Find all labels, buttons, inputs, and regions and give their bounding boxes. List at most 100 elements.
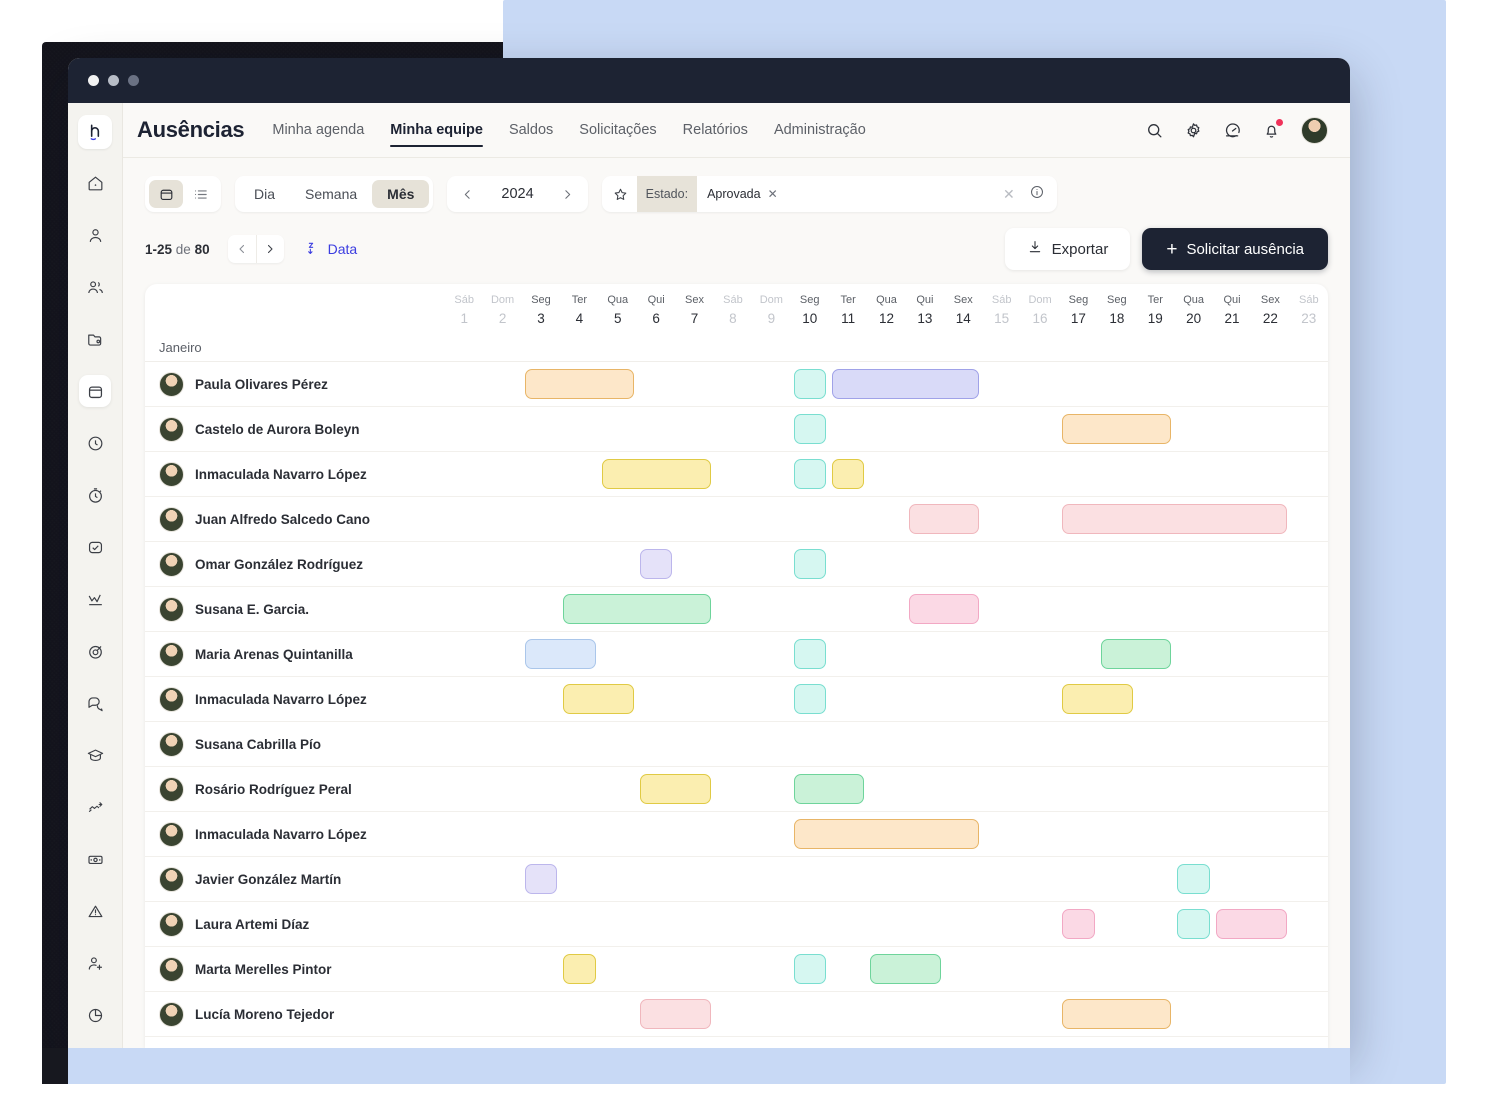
- table-row[interactable]: Inmaculada Navarro López: [145, 677, 1328, 722]
- sidebar-item-home[interactable]: [79, 167, 111, 199]
- table-row[interactable]: Juan Alfredo Salcedo Cano: [145, 497, 1328, 542]
- absence-bar[interactable]: [602, 459, 711, 489]
- absence-bar[interactable]: [640, 549, 672, 579]
- bell-icon[interactable]: [1262, 121, 1281, 140]
- employee-name: Laura Artemi Díaz: [195, 917, 309, 932]
- nav-item-relatorios[interactable]: Relatórios: [683, 103, 748, 157]
- period-semana[interactable]: Semana: [290, 180, 372, 208]
- absence-bar[interactable]: [909, 504, 980, 534]
- sort-control[interactable]: Data: [306, 240, 358, 259]
- absence-bar[interactable]: [794, 414, 826, 444]
- nav-item-minha-equipe[interactable]: Minha equipe: [390, 103, 483, 157]
- table-row[interactable]: Paula Olivares Pérez: [145, 362, 1328, 407]
- absence-bar[interactable]: [794, 459, 826, 489]
- table-row[interactable]: Marta Merelles Pintor: [145, 947, 1328, 992]
- sidebar-item-payroll[interactable]: [79, 843, 111, 875]
- absence-bar[interactable]: [794, 819, 980, 849]
- period-dia[interactable]: Dia: [239, 180, 290, 208]
- sidebar-item-recruitment[interactable]: [79, 791, 111, 823]
- absence-bar[interactable]: [1062, 414, 1171, 444]
- table-row[interactable]: Castelo de Aurora Boleyn: [145, 407, 1328, 452]
- calendar-view-icon[interactable]: [149, 180, 183, 208]
- employee-cell: Marta Merelles Pintor: [145, 957, 445, 982]
- absence-bar[interactable]: [1101, 639, 1172, 669]
- nav-item-administracao[interactable]: Administração: [774, 103, 866, 157]
- table-row[interactable]: Susana Cabrilla Pío: [145, 722, 1328, 767]
- absence-bar[interactable]: [1216, 909, 1287, 939]
- list-view-icon[interactable]: [183, 180, 217, 208]
- sidebar-item-add-user[interactable]: [79, 947, 111, 979]
- absence-bar[interactable]: [525, 639, 596, 669]
- star-icon[interactable]: [612, 186, 629, 203]
- nav-item-solicitacoes[interactable]: Solicitações: [579, 103, 656, 157]
- sidebar-item-absences[interactable]: [79, 375, 111, 407]
- absence-bar[interactable]: [1062, 909, 1094, 939]
- absence-bar[interactable]: [870, 954, 941, 984]
- absence-bar[interactable]: [563, 954, 595, 984]
- user-avatar[interactable]: [1301, 117, 1328, 144]
- table-row[interactable]: Omar González Rodríguez: [145, 542, 1328, 587]
- sidebar-item-goals[interactable]: [79, 635, 111, 667]
- table-row[interactable]: Javier González Martín: [145, 857, 1328, 902]
- sidebar-item-folder[interactable]: [79, 323, 111, 355]
- table-row[interactable]: Laura Artemi Díaz: [145, 902, 1328, 947]
- window-minimize-dot[interactable]: [108, 75, 119, 86]
- absence-bar[interactable]: [525, 864, 557, 894]
- absence-bar[interactable]: [794, 954, 826, 984]
- nav-item-minha-agenda[interactable]: Minha agenda: [272, 103, 364, 157]
- absence-bar[interactable]: [794, 639, 826, 669]
- absence-bar[interactable]: [563, 684, 634, 714]
- sidebar-item-team[interactable]: [79, 271, 111, 303]
- next-year-button[interactable]: [554, 180, 582, 208]
- prev-year-button[interactable]: [453, 180, 481, 208]
- window-maximize-dot[interactable]: [128, 75, 139, 86]
- export-button[interactable]: Exportar: [1005, 228, 1131, 270]
- gear-icon[interactable]: [1184, 121, 1203, 140]
- absence-bar[interactable]: [794, 774, 865, 804]
- absence-bar[interactable]: [832, 369, 980, 399]
- absence-bar[interactable]: [832, 459, 864, 489]
- absence-bar[interactable]: [1177, 909, 1209, 939]
- prev-page-button[interactable]: [228, 235, 256, 263]
- sidebar-item-clock[interactable]: [79, 427, 111, 459]
- sidebar-item-messages[interactable]: [79, 687, 111, 719]
- absence-bar[interactable]: [525, 369, 634, 399]
- table-row[interactable]: Rosário Rodríguez Peral: [145, 767, 1328, 812]
- absence-bar[interactable]: [640, 774, 711, 804]
- absence-bar[interactable]: [1062, 504, 1286, 534]
- absence-bar[interactable]: [640, 999, 711, 1029]
- sidebar-item-tasks[interactable]: [79, 531, 111, 563]
- absence-bar[interactable]: [794, 684, 826, 714]
- sidebar-item-timer[interactable]: [79, 479, 111, 511]
- search-icon[interactable]: [1145, 121, 1164, 140]
- period-mes[interactable]: Mês: [372, 180, 429, 208]
- sidebar-item-reports[interactable]: [79, 999, 111, 1031]
- sidebar-item-alerts[interactable]: [79, 895, 111, 927]
- sidebar-item-training[interactable]: [79, 739, 111, 771]
- absence-bar[interactable]: [794, 369, 826, 399]
- app-logo[interactable]: [78, 115, 112, 149]
- info-icon[interactable]: [1029, 184, 1045, 205]
- absence-bar[interactable]: [1062, 684, 1133, 714]
- filter-chip-estado[interactable]: Estado: Aprovada ✕: [637, 176, 786, 212]
- window-close-dot[interactable]: [88, 75, 99, 86]
- table-row[interactable]: Lucía Moreno Tejedor: [145, 992, 1328, 1037]
- table-row[interactable]: Inmaculada Navarro López: [145, 812, 1328, 857]
- absence-bar[interactable]: [909, 594, 980, 624]
- absence-bar[interactable]: [563, 594, 711, 624]
- absence-bar[interactable]: [1062, 999, 1171, 1029]
- table-row[interactable]: Susana E. Garcia.: [145, 587, 1328, 632]
- absence-track: [445, 902, 1328, 946]
- table-row[interactable]: Inmaculada Navarro López: [145, 452, 1328, 497]
- sidebar-item-performance[interactable]: [79, 583, 111, 615]
- absence-bar[interactable]: [794, 549, 826, 579]
- request-absence-button[interactable]: + Solicitar ausência: [1142, 228, 1328, 270]
- next-page-button[interactable]: [256, 235, 284, 263]
- absence-bar[interactable]: [1177, 864, 1209, 894]
- clear-filters-icon[interactable]: ✕: [1003, 186, 1015, 203]
- table-row[interactable]: Maria Arenas Quintanilla: [145, 632, 1328, 677]
- nav-item-saldos[interactable]: Saldos: [509, 103, 553, 157]
- filter-chip-remove-icon[interactable]: ✕: [768, 188, 778, 200]
- gauge-icon[interactable]: [1223, 121, 1242, 140]
- sidebar-item-profile[interactable]: [79, 219, 111, 251]
